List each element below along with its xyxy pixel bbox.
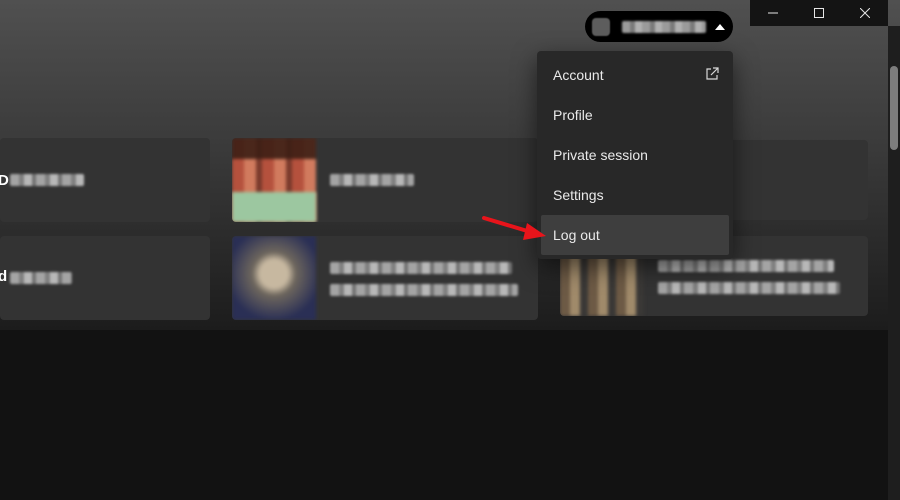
card-title-leading-char: d [0, 268, 8, 285]
menu-item-label: Log out [553, 227, 600, 243]
menu-item-settings[interactable]: Settings [541, 175, 729, 215]
menu-item-account[interactable]: Account [541, 55, 729, 95]
card-title-blurred-line2 [658, 282, 840, 294]
card-title-blurred-line2 [330, 284, 518, 296]
menu-item-private-session[interactable]: Private session [541, 135, 729, 175]
card-cover-image [232, 236, 316, 320]
card-title-blurred-line1 [330, 262, 512, 274]
vertical-scrollbar[interactable] [888, 26, 900, 500]
user-name-blurred [622, 20, 706, 33]
menu-item-log-out[interactable]: Log out [541, 215, 729, 255]
card-title-blurred [330, 174, 414, 186]
card-title-blurred-line1 [658, 260, 834, 272]
menu-item-label: Settings [553, 187, 604, 203]
external-link-icon [706, 67, 719, 80]
maximize-icon [814, 8, 824, 18]
user-dropdown-menu: Account Profile Private session Settings… [537, 51, 733, 259]
menu-item-profile[interactable]: Profile [541, 95, 729, 135]
shortcut-card[interactable]: D [0, 138, 210, 222]
user-menu-button[interactable] [585, 11, 733, 42]
maximize-button[interactable] [796, 0, 842, 26]
menu-item-label: Account [553, 67, 604, 83]
menu-item-label: Private session [553, 147, 648, 163]
shortcut-card[interactable]: d [0, 236, 210, 320]
card-title-blurred [10, 174, 84, 186]
minimize-button[interactable] [750, 0, 796, 26]
window-controls [750, 0, 888, 26]
shortcut-card[interactable] [232, 236, 538, 320]
scrollbar-thumb[interactable] [890, 66, 898, 150]
red-arrow-annotation [482, 216, 546, 240]
menu-item-label: Profile [553, 107, 593, 123]
card-title-leading-char: D [0, 172, 9, 189]
close-icon [860, 8, 870, 18]
avatar [592, 17, 610, 36]
card-cover-image-part [232, 192, 316, 222]
caret-up-icon [715, 23, 725, 30]
minimize-icon [768, 12, 778, 14]
close-button[interactable] [842, 0, 888, 26]
card-title-blurred [10, 272, 72, 284]
shortcut-card[interactable] [232, 138, 538, 222]
